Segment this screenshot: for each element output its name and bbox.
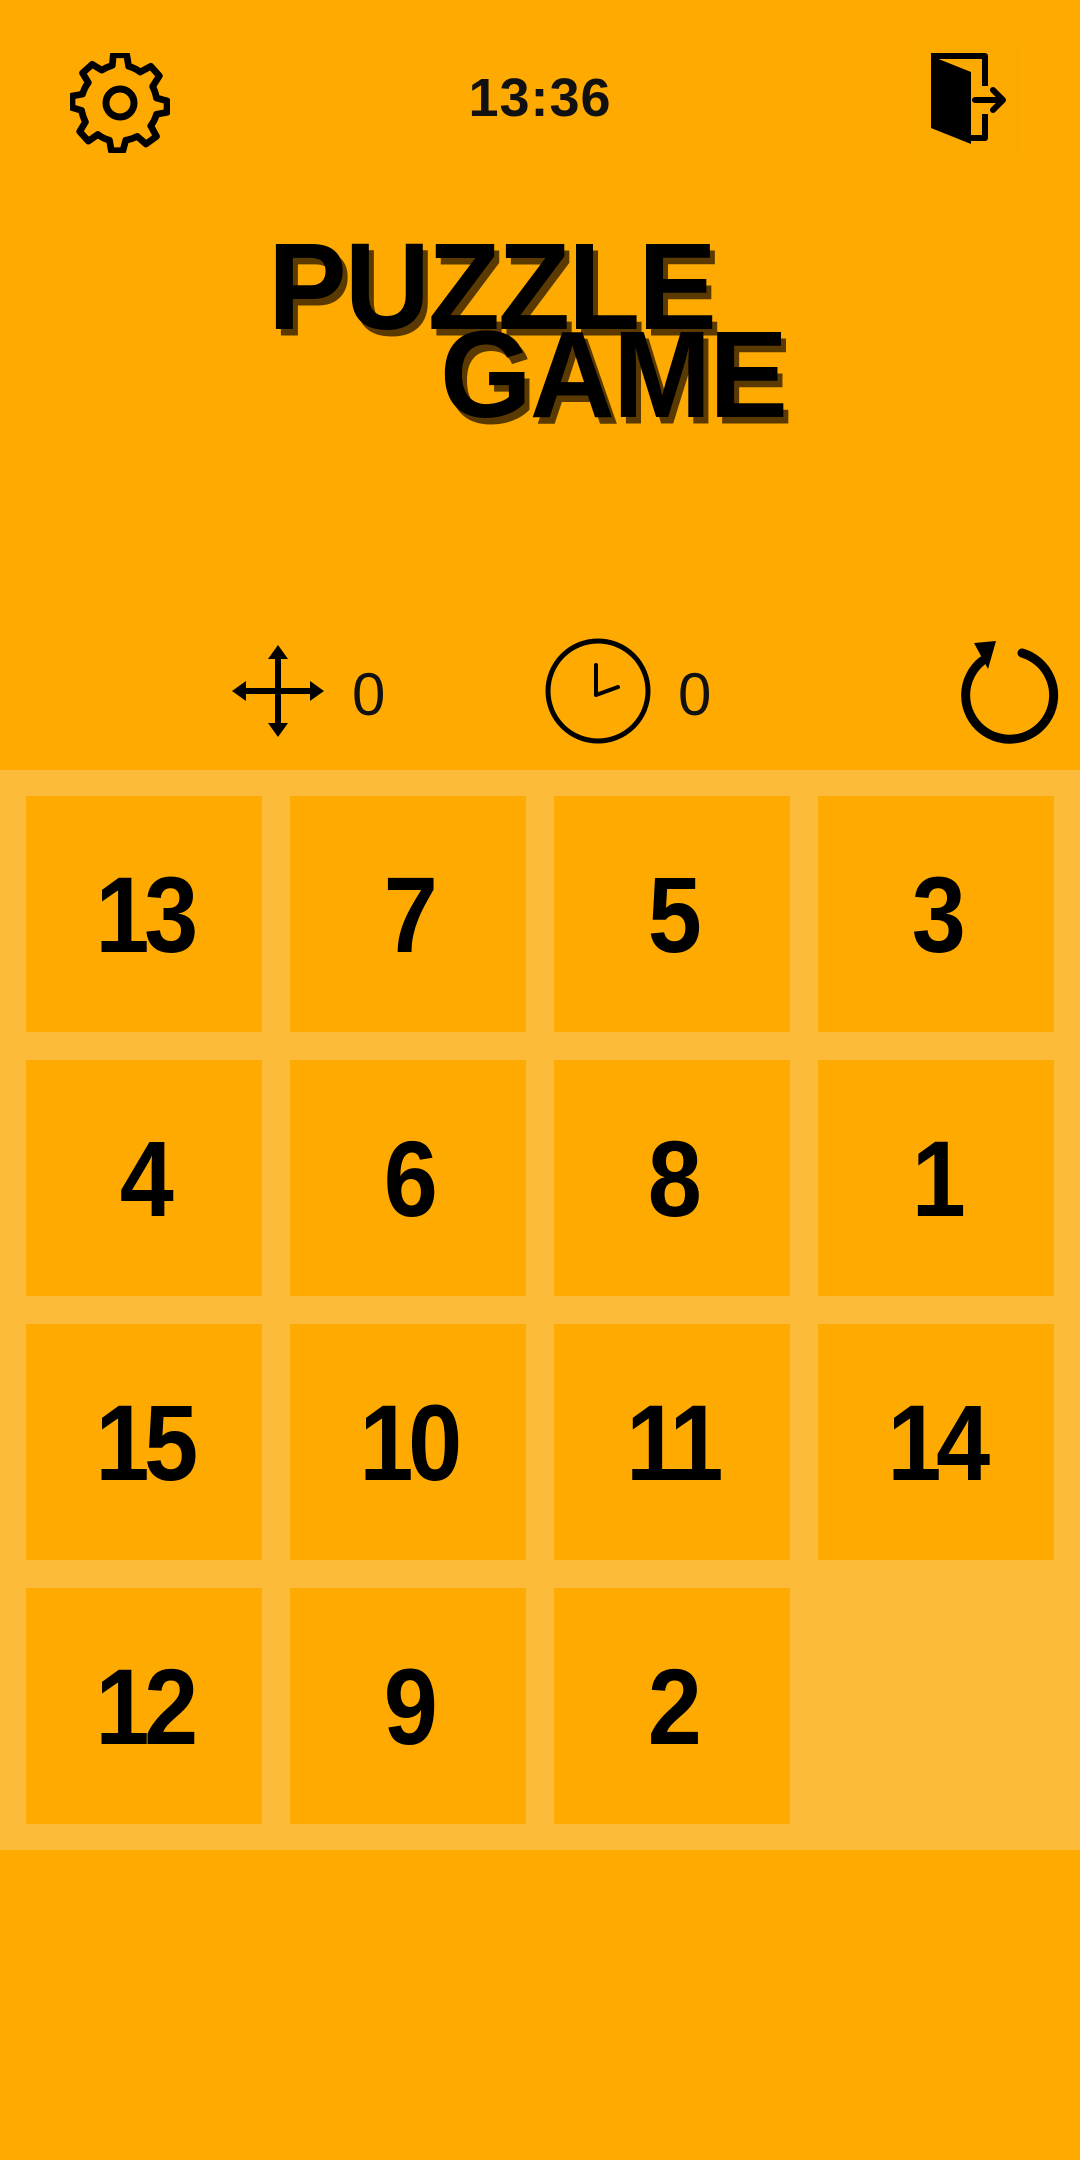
tile-number: 8 (647, 1117, 702, 1239)
puzzle-tile[interactable]: 4 (26, 1060, 262, 1296)
settings-button[interactable] (62, 45, 177, 160)
move-arrows-icon (232, 645, 324, 737)
restart-icon (961, 641, 1059, 744)
puzzle-board: 13 7 5 3 4 6 8 1 15 10 11 14 12 9 2 (0, 770, 1080, 1850)
restart-button[interactable] (948, 635, 1060, 747)
tile-number: 15 (95, 1381, 198, 1503)
clock-text: 13:36 (468, 68, 612, 128)
tile-number: 9 (383, 1645, 438, 1767)
tile-number: 3 (911, 853, 966, 975)
puzzle-tile[interactable]: 11 (554, 1324, 790, 1560)
top-bar: 13:36 (0, 0, 1080, 200)
gear-icon (69, 52, 170, 153)
tile-number: 7 (383, 853, 438, 975)
puzzle-tile[interactable]: 9 (290, 1588, 526, 1824)
tile-number: 1 (911, 1117, 966, 1239)
timer-count: 0 (678, 661, 712, 728)
puzzle-tile[interactable]: 8 (554, 1060, 790, 1296)
clock-icon (544, 637, 652, 745)
puzzle-tile[interactable]: 15 (26, 1324, 262, 1560)
tile-number: 13 (95, 853, 198, 975)
puzzle-tile[interactable]: 5 (554, 796, 790, 1032)
moves-count: 0 (352, 661, 386, 728)
tile-number: 14 (887, 1381, 990, 1503)
tile-number: 11 (626, 1381, 723, 1503)
exit-button[interactable] (910, 45, 1020, 155)
puzzle-tile[interactable]: 13 (26, 796, 262, 1032)
puzzle-tile[interactable]: 2 (554, 1588, 790, 1824)
tile-number: 6 (383, 1117, 438, 1239)
tile-number: 10 (359, 1381, 462, 1503)
stats-bar: 0 0 (0, 625, 1080, 765)
puzzle-tile[interactable]: 6 (290, 1060, 526, 1296)
puzzle-tile[interactable]: 7 (290, 796, 526, 1032)
tile-number: 2 (647, 1645, 702, 1767)
empty-slot (818, 1588, 1054, 1824)
puzzle-tile[interactable]: 14 (818, 1324, 1054, 1560)
tile-number: 4 (119, 1117, 174, 1239)
exit-door-icon (931, 53, 1006, 144)
tile-number: 5 (647, 853, 702, 975)
puzzle-tile[interactable]: 1 (818, 1060, 1054, 1296)
tile-number: 12 (95, 1645, 198, 1767)
puzzle-tile[interactable]: 10 (290, 1324, 526, 1560)
puzzle-tile[interactable]: 12 (26, 1588, 262, 1824)
puzzle-tile[interactable]: 3 (818, 796, 1054, 1032)
title-game: GAME (440, 305, 788, 445)
